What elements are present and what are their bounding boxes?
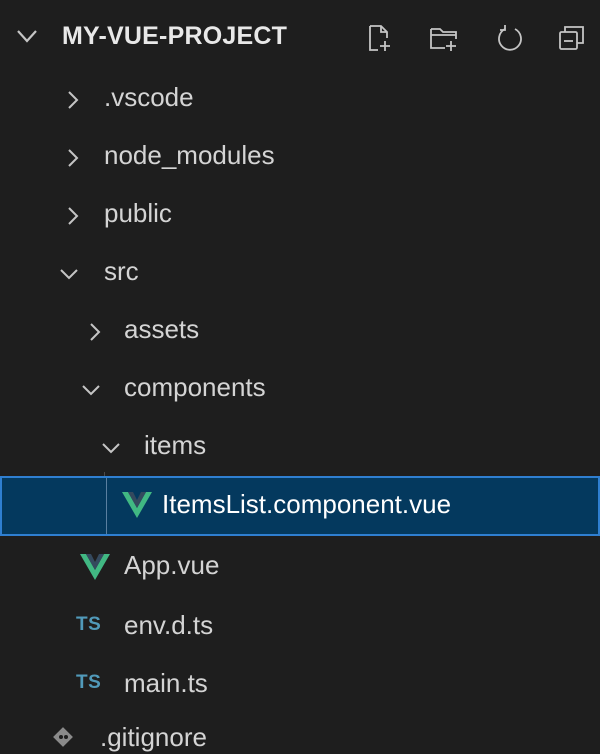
tree-item-app-vue[interactable]: App.vue — [0, 538, 600, 596]
new-file-icon[interactable] — [362, 22, 394, 54]
tree-item-label: src — [104, 256, 139, 286]
refresh-icon[interactable] — [494, 22, 526, 54]
tree-item-label: components — [124, 372, 266, 402]
tree-item-vscode[interactable]: .vscode — [0, 70, 600, 128]
tree-item-src[interactable]: src — [0, 244, 600, 302]
chevron-right-icon — [68, 91, 79, 109]
chevron-right-icon — [90, 323, 101, 341]
tree-item-label: assets — [124, 314, 200, 344]
collapse-all-icon[interactable] — [556, 22, 588, 54]
chevron-down-icon — [82, 385, 100, 396]
tree-item-label: items — [144, 430, 207, 460]
project-title: MY-VUE-PROJECT — [62, 22, 288, 50]
chevron-down-icon — [102, 443, 120, 454]
tree-item-label: node_modules — [104, 140, 275, 170]
tree-item-main-ts[interactable]: TS main.ts — [0, 656, 600, 714]
typescript-file-icon: TS — [76, 614, 102, 635]
tree-item-label: .gitignore — [100, 722, 207, 752]
chevron-right-icon — [68, 207, 79, 225]
new-folder-icon[interactable] — [428, 22, 460, 54]
indent-guide — [106, 478, 107, 534]
chevron-down-icon — [60, 269, 78, 280]
tree-item-items[interactable]: items — [0, 418, 600, 476]
tree-item-assets[interactable]: assets — [0, 302, 600, 360]
chevron-down-icon[interactable] — [16, 28, 38, 44]
tree-item-itemslist-component[interactable]: ItemsList.component.vue — [0, 476, 600, 536]
vue-file-icon — [80, 554, 110, 580]
tree-item-node-modules[interactable]: node_modules — [0, 128, 600, 186]
tree-item-gitignore[interactable]: .gitignore — [0, 712, 600, 754]
tree-item-env-d-ts[interactable]: TS env.d.ts — [0, 598, 600, 656]
tree-item-label: App.vue — [124, 550, 220, 580]
vue-file-icon — [122, 492, 152, 518]
explorer-header[interactable]: MY-VUE-PROJECT — [0, 0, 600, 70]
tree-item-label: .vscode — [104, 82, 194, 112]
chevron-right-icon — [68, 149, 79, 167]
tree-item-public[interactable]: public — [0, 186, 600, 244]
tree-item-label: main.ts — [124, 668, 208, 698]
tree-item-label: public — [104, 198, 172, 228]
tree-item-label: env.d.ts — [124, 610, 214, 640]
file-explorer: MY-VUE-PROJECT .vscode node_modules publ… — [0, 0, 600, 754]
tree-item-components[interactable]: components — [0, 360, 600, 418]
tree-item-label: ItemsList.component.vue — [162, 489, 452, 519]
git-file-icon — [53, 727, 73, 747]
typescript-file-icon: TS — [76, 672, 102, 693]
